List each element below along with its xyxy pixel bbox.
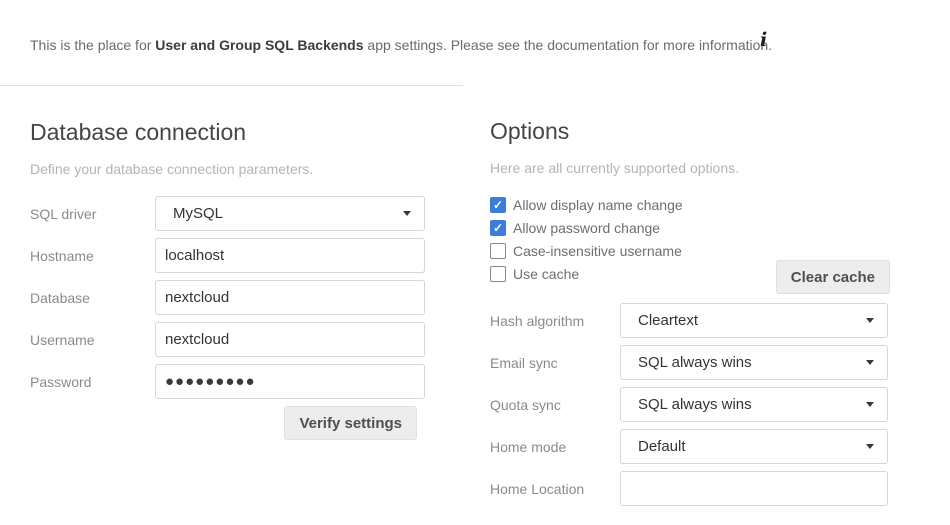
hostname-row: Hostname — [30, 238, 463, 273]
settings-columns: Database connection Define your database… — [0, 85, 950, 513]
home-mode-row: Home mode Default — [490, 429, 890, 464]
chevron-down-icon — [866, 318, 874, 323]
header-text-after: app settings. Please see the documentati… — [364, 37, 773, 53]
options-section: Options Here are all currently supported… — [490, 85, 890, 513]
clear-cache-button[interactable]: Clear cache — [776, 260, 890, 294]
allow-password-change-checkbox[interactable]: ✓ — [490, 220, 506, 236]
options-form: Hash algorithm Cleartext Email sync SQL … — [490, 303, 890, 506]
username-row: Username — [30, 322, 463, 357]
chevron-down-icon — [866, 360, 874, 365]
verify-settings-button[interactable]: Verify settings — [284, 406, 417, 440]
email-sync-label: Email sync — [490, 355, 620, 371]
database-connection-form: SQL driver MySQL Hostname Database Usern… — [30, 196, 463, 440]
database-connection-title: Database connection — [30, 119, 463, 146]
check-icon: ✓ — [493, 199, 503, 211]
database-connection-subtitle: Define your database connection paramete… — [30, 161, 463, 177]
home-location-label: Home Location — [490, 481, 620, 497]
username-label: Username — [30, 332, 155, 348]
use-cache-checkbox[interactable]: ✓ — [490, 266, 506, 282]
options-checkbox-group: ✓ Allow display name change ✓ Allow pass… — [490, 194, 890, 285]
allow-display-name-change-row[interactable]: ✓ Allow display name change — [490, 194, 890, 216]
sql-driver-row: SQL driver MySQL — [30, 196, 463, 231]
allow-display-name-change-checkbox[interactable]: ✓ — [490, 197, 506, 213]
home-mode-label: Home mode — [490, 439, 620, 455]
home-location-row: Home Location — [490, 471, 890, 506]
sql-driver-label: SQL driver — [30, 206, 155, 222]
allow-password-change-label: Allow password change — [513, 220, 660, 236]
quota-sync-select[interactable]: SQL always wins — [620, 387, 888, 422]
check-icon: ✓ — [493, 222, 503, 234]
hostname-label: Hostname — [30, 248, 155, 264]
quota-sync-label: Quota sync — [490, 397, 620, 413]
chevron-down-icon — [866, 444, 874, 449]
username-input[interactable] — [155, 322, 425, 357]
header-text-before: This is the place for — [30, 37, 155, 53]
database-row: Database — [30, 280, 463, 315]
options-subtitle: Here are all currently supported options… — [490, 160, 890, 176]
allow-display-name-change-label: Allow display name change — [513, 197, 683, 213]
email-sync-row: Email sync SQL always wins — [490, 345, 890, 380]
quota-sync-value: SQL always wins — [638, 396, 752, 413]
email-sync-select[interactable]: SQL always wins — [620, 345, 888, 380]
database-input[interactable] — [155, 280, 425, 315]
verify-settings-row: Verify settings — [30, 406, 425, 440]
hash-algorithm-value: Cleartext — [638, 312, 698, 329]
password-row: Password — [30, 364, 463, 399]
allow-password-change-row[interactable]: ✓ Allow password change — [490, 217, 890, 239]
case-insensitive-username-checkbox[interactable]: ✓ — [490, 243, 506, 259]
chevron-down-icon — [403, 211, 411, 216]
email-sync-value: SQL always wins — [638, 354, 752, 371]
password-input[interactable] — [155, 364, 425, 399]
app-name: User and Group SQL Backends — [155, 37, 363, 53]
hash-algorithm-row: Hash algorithm Cleartext — [490, 303, 890, 338]
quota-sync-row: Quota sync SQL always wins — [490, 387, 890, 422]
case-insensitive-username-label: Case-insensitive username — [513, 243, 682, 259]
password-label: Password — [30, 374, 155, 390]
hash-algorithm-select[interactable]: Cleartext — [620, 303, 888, 338]
home-mode-value: Default — [638, 438, 686, 455]
use-cache-label: Use cache — [513, 266, 579, 282]
app-settings-header: This is the place for User and Group SQL… — [0, 0, 950, 85]
chevron-down-icon — [866, 402, 874, 407]
hostname-input[interactable] — [155, 238, 425, 273]
home-location-input[interactable] — [620, 471, 888, 506]
info-icon[interactable]: i — [760, 31, 767, 50]
case-insensitive-username-row[interactable]: ✓ Case-insensitive username — [490, 240, 890, 262]
database-label: Database — [30, 290, 155, 306]
sql-driver-value: MySQL — [173, 205, 223, 222]
options-title: Options — [490, 118, 890, 145]
hash-algorithm-label: Hash algorithm — [490, 313, 620, 329]
database-connection-section: Database connection Define your database… — [0, 85, 463, 440]
home-mode-select[interactable]: Default — [620, 429, 888, 464]
sql-driver-select[interactable]: MySQL — [155, 196, 425, 231]
